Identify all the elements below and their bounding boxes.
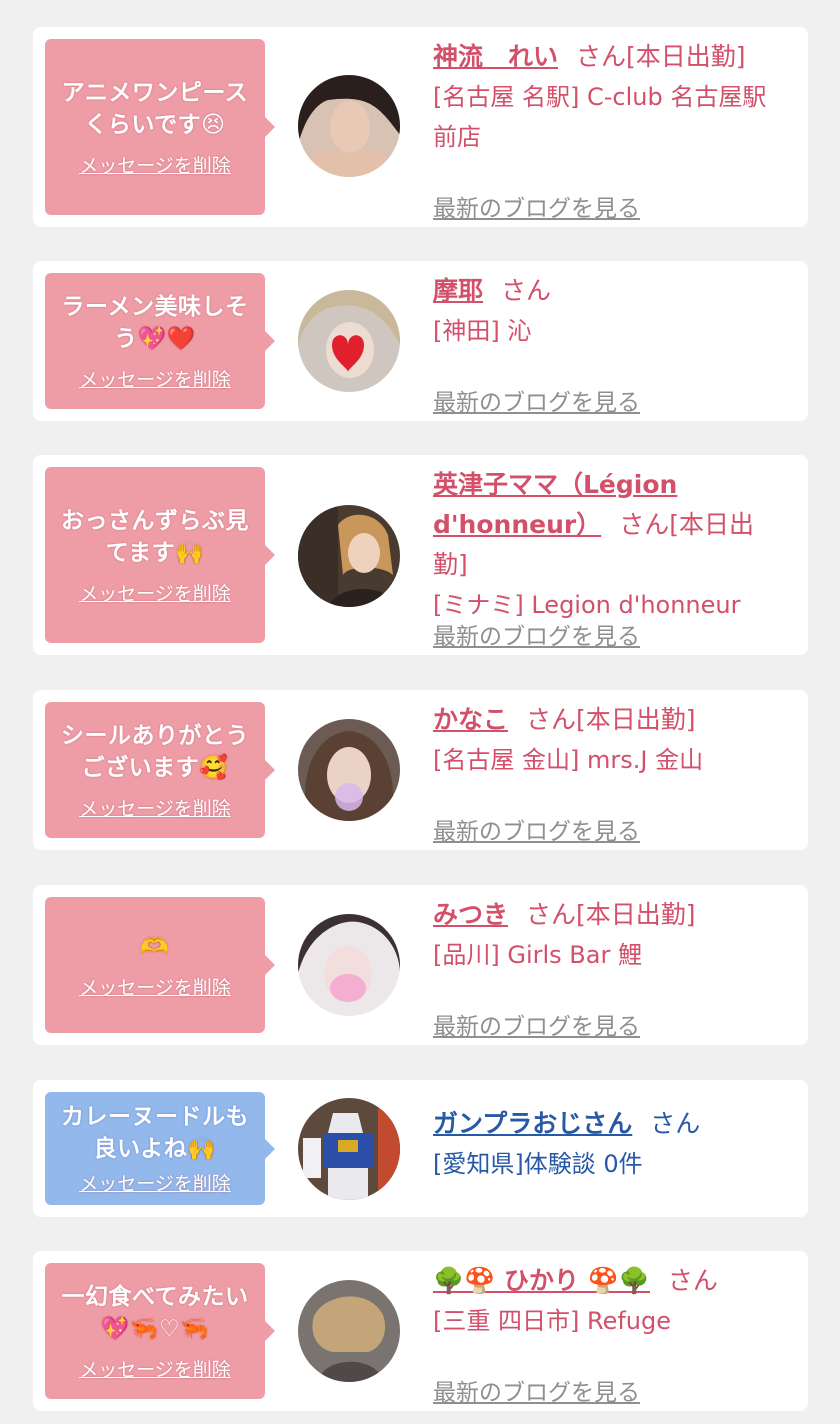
list-item: おっさんずらぶ見 てます🙌 メッセージを削除 英津子ママ（Légion d'ho… xyxy=(33,455,808,655)
cast-suffix: さん[本日出勤] xyxy=(576,42,746,71)
cast-info: 英津子ママ（Légion d'honneur） さん[本日出勤] [ミナミ] Le… xyxy=(433,465,788,650)
cast-info: 摩耶 さん [神田] 沁 最新のブログを見る xyxy=(433,271,788,416)
blog-link[interactable]: 最新のブログを見る xyxy=(433,812,640,846)
list-item: カレーヌードルも 良いよね🙌 メッセージを削除 ガンプラおじさん さん [愛知県]… xyxy=(33,1080,808,1217)
cast-suffix: さん[本日出勤] xyxy=(526,705,696,734)
profile-photo-icon xyxy=(298,1280,400,1382)
cast-suffix: さん xyxy=(501,276,552,305)
profile-photo-icon xyxy=(298,75,400,177)
blog-link[interactable]: 最新のブログを見る xyxy=(433,189,640,223)
message-bubble: シールありがとう ございます🥰 メッセージを削除 xyxy=(45,702,275,838)
delete-message-link[interactable]: メッセージを削除 xyxy=(79,151,231,178)
shop-name: [名古屋 名駅] C-club 名古屋駅前店 xyxy=(433,83,767,151)
message-text: シールありがとう ございます🥰 xyxy=(61,722,249,781)
blog-link[interactable]: 最新のブログを見る xyxy=(433,1373,640,1407)
cast-info: 神流 れい さん[本日出勤] [名古屋 名駅] C-club 名古屋駅前店 最新の… xyxy=(433,37,788,222)
shop-name: [名古屋 金山] mrs.J 金山 xyxy=(433,746,704,774)
delete-message-link[interactable]: メッセージを削除 xyxy=(79,365,231,392)
profile-photo-icon xyxy=(298,505,400,607)
message-list: アニメワンピース くらいです😣 メッセージを削除 神流 れい さん[本日出勤] [… xyxy=(0,0,840,1424)
cast-info: みつき さん[本日出勤] [品川] Girls Bar 鯉 最新のブログを見る xyxy=(433,895,788,1040)
avatar[interactable] xyxy=(298,1280,400,1382)
cast-info: ガンプラおじさん さん [愛知県]体験談 0件 xyxy=(433,1104,788,1184)
list-item: 🫶 メッセージを削除 みつき さん[本日出勤] [品川] Girls Bar 鯉 … xyxy=(33,885,808,1045)
delete-message-link[interactable]: メッセージを削除 xyxy=(79,1169,231,1196)
list-item: アニメワンピース くらいです😣 メッセージを削除 神流 れい さん[本日出勤] [… xyxy=(33,27,808,227)
profile-photo-icon xyxy=(298,290,400,392)
message-bubble: おっさんずらぶ見 てます🙌 メッセージを削除 xyxy=(45,467,275,643)
avatar[interactable] xyxy=(298,1098,400,1200)
delete-message-link[interactable]: メッセージを削除 xyxy=(79,794,231,821)
profile-photo-icon xyxy=(298,719,400,821)
avatar[interactable] xyxy=(298,290,400,392)
cast-suffix: さん xyxy=(650,1109,701,1138)
shop-name: [三重 四日市] Refuge xyxy=(433,1307,672,1335)
cast-info: 🌳🍄 ひかり 🍄🌳 さん [三重 四日市] Refuge 最新のブログを見る xyxy=(433,1261,788,1406)
message-text: 一幻食べてみたい 💖🦐♡🦐 xyxy=(61,1283,249,1342)
message-text: 🫶 xyxy=(140,933,170,960)
avatar[interactable] xyxy=(298,505,400,607)
shop-name: [愛知県]体験談 0件 xyxy=(433,1150,643,1178)
delete-message-link[interactable]: メッセージを削除 xyxy=(79,1355,231,1382)
avatar[interactable] xyxy=(298,75,400,177)
shop-name: [神田] 沁 xyxy=(433,317,532,345)
list-item: 一幻食べてみたい 💖🦐♡🦐 メッセージを削除 🌳🍄 ひかり 🍄🌳 さん [三重 四… xyxy=(33,1251,808,1411)
delete-message-link[interactable]: メッセージを削除 xyxy=(79,973,231,1000)
avatar[interactable] xyxy=(298,719,400,821)
delete-message-link[interactable]: メッセージを削除 xyxy=(79,579,231,606)
robot-photo-icon xyxy=(298,1098,400,1200)
cast-info: かなこ さん[本日出勤] [名古屋 金山] mrs.J 金山 最新のブログを見る xyxy=(433,700,788,845)
blog-link[interactable]: 最新のブログを見る xyxy=(433,617,640,651)
cast-name-link[interactable]: 摩耶 xyxy=(433,276,483,305)
profile-photo-icon xyxy=(298,914,400,1016)
blog-link[interactable]: 最新のブログを見る xyxy=(433,1007,640,1041)
cast-suffix: さん xyxy=(667,1266,718,1295)
message-bubble: ラーメン美味しそ う💖❤️ メッセージを削除 xyxy=(45,273,275,409)
cast-name-link[interactable]: 神流 れい xyxy=(433,42,558,71)
cast-name-link[interactable]: ガンプラおじさん xyxy=(433,1109,632,1138)
shop-name: [品川] Girls Bar 鯉 xyxy=(433,941,642,969)
message-text: ラーメン美味しそ う💖❤️ xyxy=(61,293,249,352)
message-text: カレーヌードルも 良いよね🙌 xyxy=(61,1104,249,1162)
message-bubble: カレーヌードルも 良いよね🙌 メッセージを削除 xyxy=(45,1092,275,1205)
message-text: おっさんずらぶ見 てます🙌 xyxy=(61,507,249,566)
message-text: アニメワンピース くらいです😣 xyxy=(61,79,249,138)
cast-suffix: さん[本日出勤] xyxy=(526,900,696,929)
message-bubble: 🫶 メッセージを削除 xyxy=(45,897,275,1033)
cast-name-link[interactable]: みつき xyxy=(433,900,508,929)
cast-name-link[interactable]: 🌳🍄 ひかり 🍄🌳 xyxy=(433,1266,650,1295)
avatar[interactable] xyxy=(298,914,400,1016)
cast-name-link[interactable]: かなこ xyxy=(433,705,508,734)
blog-link[interactable]: 最新のブログを見る xyxy=(433,383,640,417)
list-item: シールありがとう ございます🥰 メッセージを削除 かなこ さん[本日出勤] [名古… xyxy=(33,690,808,850)
message-bubble: 一幻食べてみたい 💖🦐♡🦐 メッセージを削除 xyxy=(45,1263,275,1399)
list-item: ラーメン美味しそ う💖❤️ メッセージを削除 摩耶 さん [神田] 沁 最新のブロ… xyxy=(33,261,808,421)
message-bubble: アニメワンピース くらいです😣 メッセージを削除 xyxy=(45,39,275,215)
